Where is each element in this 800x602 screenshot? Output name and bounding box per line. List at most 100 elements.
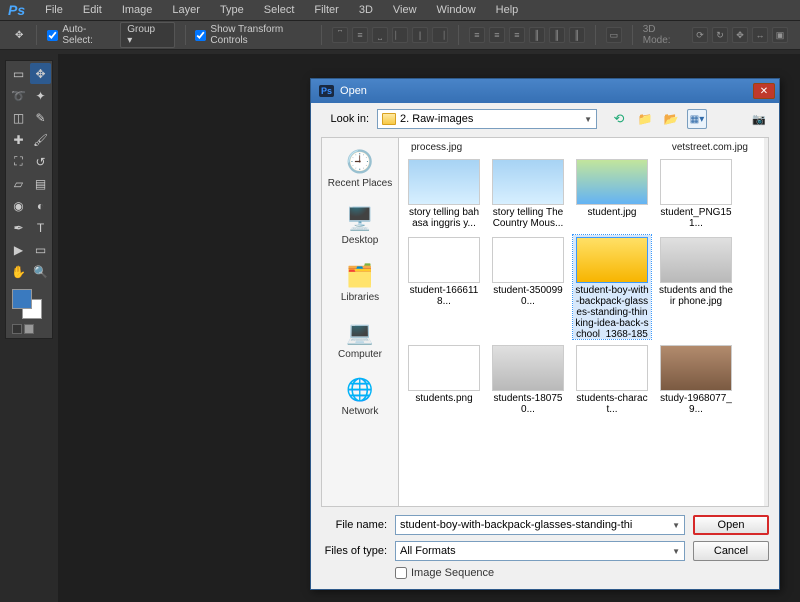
file-item[interactable]: student-1666118... (405, 235, 483, 339)
file-item[interactable]: students-180750... (489, 343, 567, 417)
file-item[interactable]: student_PNG151... (657, 157, 735, 231)
place-network[interactable]: 🌐 Network (322, 372, 398, 421)
close-button[interactable]: ✕ (753, 83, 775, 99)
file-item[interactable]: student.jpg (573, 157, 651, 231)
foreground-color[interactable] (12, 289, 32, 309)
menu-help[interactable]: Help (488, 2, 527, 18)
gradient-tool[interactable]: ▤ (30, 173, 51, 194)
shape-tool[interactable]: ▭ (30, 239, 51, 260)
file-item[interactable]: story telling bahasa inggris y... (405, 157, 483, 231)
history-brush-tool[interactable]: ↺ (30, 151, 51, 172)
zoom-icon[interactable]: ▣ (772, 27, 788, 43)
menu-edit[interactable]: Edit (75, 2, 110, 18)
dist-h-icon[interactable]: ║ (549, 27, 565, 43)
hand-tool[interactable]: ✋ (8, 261, 29, 282)
place-desktop[interactable]: 🖥️ Desktop (322, 201, 398, 250)
up-button[interactable]: 📁 (635, 109, 655, 129)
align-vmid-icon[interactable]: ≡ (352, 27, 368, 43)
auto-select-dropdown[interactable]: Group ▾ (120, 22, 174, 48)
open-button[interactable]: Open (693, 515, 769, 535)
cancel-button[interactable]: Cancel (693, 541, 769, 561)
menu-type[interactable]: Type (212, 2, 252, 18)
menu-view[interactable]: View (385, 2, 425, 18)
stamp-tool[interactable]: ⛶ (8, 151, 29, 172)
align-hmid-icon[interactable]: | (412, 27, 428, 43)
open-dialog: Ps Open ✕ Look in: 2. Raw-images ▼ ⟲ 📁 📂… (310, 78, 780, 590)
lookin-dropdown[interactable]: 2. Raw-images ▼ (377, 109, 597, 129)
file-top-left[interactable]: process.jpg (411, 142, 561, 153)
crop-tool[interactable]: ◫ (8, 107, 29, 128)
file-list[interactable]: process.jpg vetstreet.com.jpg story tell… (399, 137, 769, 507)
back-button[interactable]: ⟲ (609, 109, 629, 129)
menu-file[interactable]: File (37, 2, 71, 18)
menu-3d[interactable]: 3D (351, 2, 381, 18)
autoalign-icon[interactable]: ▭ (606, 27, 622, 43)
lasso-tool[interactable]: ➰ (8, 85, 29, 106)
file-item[interactable]: story telling The Country Mous... (489, 157, 567, 231)
image-sequence-checkbox[interactable] (395, 567, 407, 579)
dist-v-icon[interactable]: ≡ (489, 27, 505, 43)
eraser-tool[interactable]: ▱ (8, 173, 29, 194)
file-item[interactable]: student-3500990... (489, 235, 567, 339)
file-item[interactable]: study-1968077_9... (657, 343, 735, 417)
blur-tool[interactable]: ◉ (8, 195, 29, 216)
slide-icon[interactable]: ↔ (752, 27, 768, 43)
filename-field[interactable]: student-boy-with-backpack-glasses-standi… (395, 515, 685, 535)
dodge-tool[interactable]: ◐ (30, 195, 51, 216)
place-computer[interactable]: 💻 Computer (322, 315, 398, 364)
filetype-field[interactable]: All Formats ▼ (395, 541, 685, 561)
filename-label: File name: (321, 519, 387, 531)
dist-top-icon[interactable]: ≡ (469, 27, 485, 43)
menu-window[interactable]: Window (429, 2, 484, 18)
quick-select-tool[interactable]: ✦ (30, 85, 51, 106)
auto-select-checkbox[interactable] (47, 30, 58, 41)
align-left-icon[interactable]: ⎸ (392, 27, 408, 43)
dist-right-icon[interactable]: ║ (569, 27, 585, 43)
align-top-icon[interactable]: ⎴ (332, 27, 348, 43)
zoom-tool[interactable]: 🔍 (30, 261, 51, 282)
dist-left-icon[interactable]: ║ (529, 27, 545, 43)
menu-select[interactable]: Select (256, 2, 303, 18)
menubar: Ps File Edit Image Layer Type Select Fil… (0, 0, 800, 20)
file-top-right[interactable]: vetstreet.com.jpg (672, 142, 748, 153)
file-item[interactable]: student-boy-with-backpack-glasses-standi… (573, 235, 651, 339)
roll-icon[interactable]: ↻ (712, 27, 728, 43)
titlebar[interactable]: Ps Open ✕ (311, 79, 779, 103)
screenmode-icon[interactable] (24, 324, 34, 334)
bridge-button[interactable]: 📷 (749, 109, 769, 129)
file-item[interactable]: students and their phone.jpg (657, 235, 735, 339)
marquee-tool[interactable]: ▭ (8, 63, 29, 84)
mode3d-group: ⟳ ↻ ✥ ↔ ▣ (692, 27, 788, 43)
align-bottom-icon[interactable]: ⎵ (372, 27, 388, 43)
eyedropper-tool[interactable]: ✎ (30, 107, 51, 128)
color-swatch[interactable] (8, 287, 51, 321)
show-transform-check[interactable]: Show Transform Controls (195, 24, 311, 46)
view-menu-button[interactable]: ▦▾ (687, 109, 707, 129)
align-right-icon[interactable]: ⎹ (432, 27, 448, 43)
menu-filter[interactable]: Filter (306, 2, 346, 18)
file-item[interactable]: students.png (405, 343, 483, 417)
pen-tool[interactable]: ✒ (8, 217, 29, 238)
menu-layer[interactable]: Layer (164, 2, 208, 18)
quickmask-icon[interactable] (12, 324, 22, 334)
file-item[interactable]: students-charact... (573, 343, 651, 417)
place-libraries[interactable]: 🗂️ Libraries (322, 258, 398, 307)
scrollbar[interactable] (764, 138, 768, 506)
place-recent[interactable]: 🕘 Recent Places (322, 144, 398, 193)
move-tool[interactable]: ✥ (30, 63, 51, 84)
place-label: Recent Places (328, 178, 392, 189)
menu-image[interactable]: Image (114, 2, 161, 18)
orbit-icon[interactable]: ⟳ (692, 27, 708, 43)
auto-select-check[interactable]: Auto-Select: (47, 24, 110, 46)
file-caption: story telling bahasa inggris y... (407, 207, 481, 229)
place-label: Computer (338, 349, 382, 360)
pan-icon[interactable]: ✥ (732, 27, 748, 43)
new-folder-button[interactable]: 📂 (661, 109, 681, 129)
type-tool[interactable]: T (30, 217, 51, 238)
show-transform-checkbox[interactable] (195, 30, 206, 41)
brush-tool[interactable]: 🖌 (30, 129, 51, 150)
file-caption: student-boy-with-backpack-glasses-standi… (575, 285, 649, 337)
healing-tool[interactable]: ✚ (8, 129, 29, 150)
path-select-tool[interactable]: ▶ (8, 239, 29, 260)
dist-bot-icon[interactable]: ≡ (509, 27, 525, 43)
